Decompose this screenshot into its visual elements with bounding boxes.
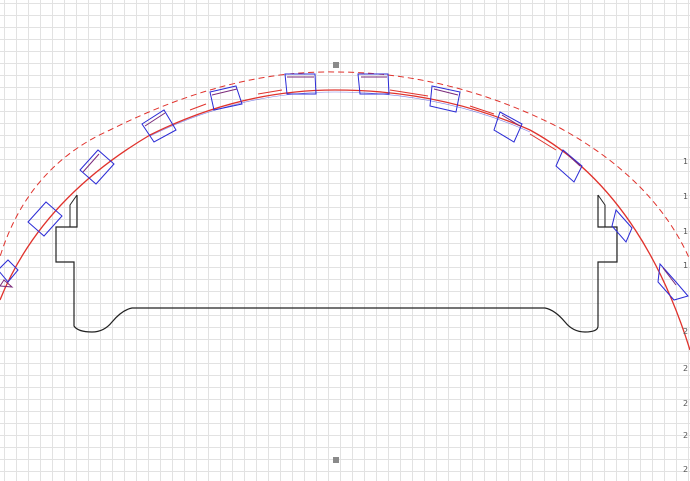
design-canvas[interactable]: 1 1 1 1 2 2 2 2 2 — [0, 0, 690, 481]
ruler-label: 2 — [683, 465, 689, 474]
key-block[interactable] — [0, 259, 19, 288]
key-block[interactable] — [611, 208, 633, 243]
bracket-right-tab — [597, 194, 606, 227]
bracket-left-tab — [69, 194, 78, 227]
ruler-label: 2 — [683, 431, 689, 440]
inner-arc-shadow — [149, 91, 531, 137]
selection-handle-bottom[interactable] — [333, 457, 339, 463]
ruler-label: 1 — [683, 261, 689, 270]
ruler-label: 2 — [683, 327, 689, 336]
ruler-label: 2 — [683, 399, 689, 408]
ruler-label: 1 — [683, 227, 689, 236]
key-block[interactable] — [555, 149, 583, 183]
key-block[interactable] — [209, 85, 243, 111]
arc-ticks — [189, 89, 557, 151]
outer-dashed-arc[interactable] — [0, 71, 690, 275]
inner-solid-arc[interactable] — [0, 89, 690, 351]
key-block[interactable] — [27, 201, 63, 237]
bracket-outline[interactable] — [55, 195, 618, 333]
selection-handle-top[interactable] — [333, 62, 339, 68]
ruler-label: 2 — [683, 364, 689, 373]
ruler-label: 1 — [683, 192, 689, 201]
key-block[interactable] — [79, 149, 115, 185]
key-blocks[interactable] — [0, 73, 689, 301]
drawing-layer[interactable] — [0, 0, 690, 481]
ruler-label: 1 — [683, 157, 689, 166]
